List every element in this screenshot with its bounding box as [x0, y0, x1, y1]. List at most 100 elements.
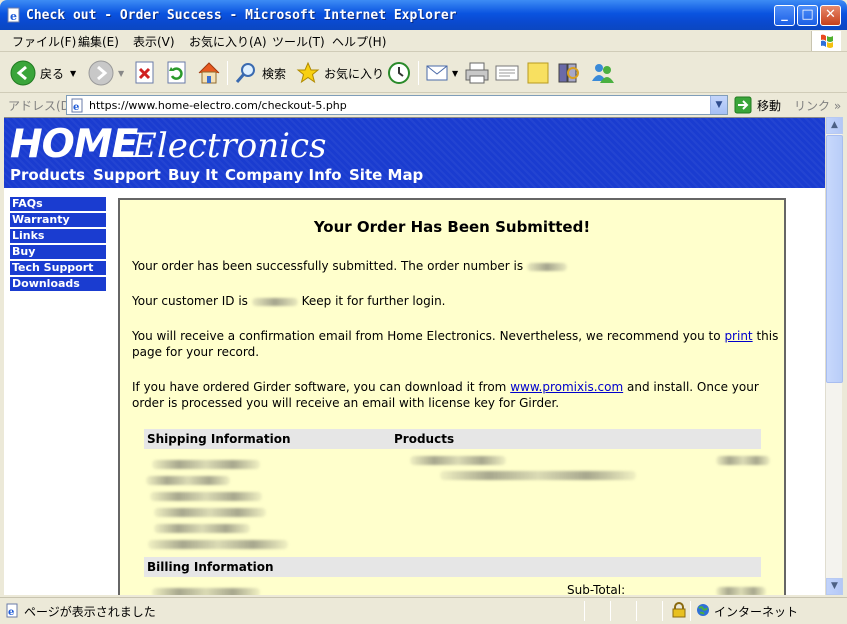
title-bar[interactable]: e Check out - Order Success - Microsoft …: [0, 0, 847, 30]
redacted-text: [152, 588, 260, 595]
redacted-text: [152, 460, 260, 469]
nav-site-map[interactable]: Site Map: [349, 166, 423, 184]
nav-buy-it[interactable]: Buy It: [168, 166, 218, 184]
redacted-text: [150, 492, 262, 501]
close-button[interactable]: ✕: [820, 5, 841, 26]
forward-button[interactable]: ▼: [88, 59, 124, 87]
edit-button[interactable]: [494, 59, 520, 87]
menu-bar: ファイル(F) 編集(E) 表示(V) お気に入り(A) ツール(T) ヘルプ(…: [0, 30, 847, 52]
messenger-icon: [592, 64, 614, 83]
site-header: HOME Electronics Products Support Buy It…: [4, 118, 825, 188]
stop-button[interactable]: [134, 59, 156, 87]
scroll-up-icon[interactable]: ▲: [826, 117, 843, 134]
menu-view[interactable]: 表示(V): [133, 33, 175, 50]
side-nav-links[interactable]: Links: [10, 229, 106, 243]
go-button[interactable]: 移動: [734, 95, 781, 115]
star-icon: [296, 61, 320, 84]
refresh-button[interactable]: [166, 59, 188, 87]
print-button[interactable]: [464, 59, 490, 87]
address-input[interactable]: e https://www.home-electro.com/checkout-…: [66, 95, 728, 115]
links-label: リンク: [794, 99, 831, 113]
products-header: Products: [394, 432, 455, 446]
vertical-scrollbar[interactable]: ▲ ▼: [825, 117, 843, 595]
address-dropdown-icon[interactable]: ▼: [710, 96, 727, 114]
redacted-text: [148, 540, 288, 549]
standard-toolbar: 戻る ▼ ▼ 検索 お気に入り ▼: [0, 53, 847, 93]
windows-logo-icon: [811, 31, 841, 51]
confirmation-email-paragraph: You will receive a confirmation email fr…: [132, 329, 779, 359]
status-bar: e ページが表示されました インターネット: [0, 597, 847, 624]
side-nav-warranty[interactable]: Warranty: [10, 213, 106, 227]
subtotal-label: Sub-Total:: [567, 583, 626, 595]
note-icon: [527, 62, 549, 84]
window-title: Check out - Order Success - Microsoft In…: [26, 8, 457, 23]
search-label: 検索: [262, 66, 287, 81]
redacted-text: [146, 476, 230, 485]
back-button[interactable]: 戻る ▼: [10, 59, 76, 87]
favorites-label: お気に入り: [324, 66, 385, 81]
page-heading: Your Order Has Been Submitted!: [313, 218, 591, 236]
minimize-button[interactable]: _: [774, 5, 795, 26]
edit-icon: [495, 65, 519, 81]
status-divider: [662, 601, 663, 621]
print-link[interactable]: print: [724, 329, 752, 343]
svg-text:e: e: [10, 10, 17, 23]
security-zone: インターネット: [714, 605, 799, 619]
mail-icon: [426, 65, 448, 81]
favorites-button[interactable]: お気に入り: [296, 59, 384, 87]
maximize-button[interactable]: □: [797, 5, 818, 26]
side-nav-downloads[interactable]: Downloads: [10, 277, 106, 291]
menu-edit[interactable]: 編集(E): [78, 33, 119, 50]
status-divider: [636, 601, 637, 621]
search-button[interactable]: 検索: [234, 59, 286, 87]
side-nav-faqs[interactable]: FAQs: [10, 197, 106, 211]
redacted-customer-id: [251, 297, 298, 306]
links-toolbar[interactable]: リンク »: [794, 97, 841, 114]
discuss-button[interactable]: [526, 59, 550, 87]
menu-tools[interactable]: ツール(T): [272, 33, 325, 50]
menu-favorites[interactable]: お気に入り(A): [189, 33, 267, 50]
back-dropdown-icon[interactable]: ▼: [70, 69, 76, 78]
scroll-down-icon[interactable]: ▼: [826, 578, 843, 595]
address-url: https://www.home-electro.com/checkout-5.…: [89, 99, 347, 112]
promixis-link[interactable]: www.promixis.com: [510, 380, 623, 394]
history-icon: [388, 62, 410, 84]
customer-id-line: Your customer ID is Keep it for further …: [132, 294, 446, 308]
forward-dropdown-icon[interactable]: ▼: [118, 69, 124, 78]
messenger-button[interactable]: [590, 59, 616, 87]
home-button[interactable]: [196, 59, 222, 87]
research-icon: [558, 63, 579, 83]
history-button[interactable]: [386, 59, 412, 87]
globe-icon: [697, 604, 709, 616]
shipping-header: Shipping Information: [147, 432, 291, 446]
nav-products[interactable]: Products: [10, 166, 85, 184]
page-icon: e: [71, 98, 83, 113]
printer-icon: [465, 62, 489, 84]
go-arrow-icon: [734, 96, 752, 114]
logo-electronics: Electronics: [132, 126, 327, 166]
logo-home: HOME: [10, 122, 138, 167]
svg-text:e: e: [8, 607, 14, 618]
address-bar: アドレス(D) e https://www.home-electro.com/c…: [0, 94, 847, 116]
side-nav-tech-support[interactable]: Tech Support: [10, 261, 106, 275]
menu-help[interactable]: ヘルプ(H): [332, 33, 386, 50]
scroll-thumb[interactable]: [826, 135, 843, 383]
svg-text:e: e: [73, 102, 79, 113]
lock-icon: [672, 602, 686, 618]
mail-dropdown-icon[interactable]: ▼: [452, 69, 458, 78]
redacted-subtotal: [716, 587, 766, 595]
toolbar-separator: [227, 61, 228, 85]
go-label: 移動: [757, 98, 782, 113]
redacted-price: [716, 456, 770, 465]
nav-company-info[interactable]: Company Info: [225, 166, 342, 184]
girder-paragraph: If you have ordered Girder software, you…: [132, 380, 759, 410]
side-nav-buy[interactable]: Buy: [10, 245, 106, 259]
mail-button[interactable]: ▼: [426, 59, 458, 87]
search-icon: [235, 63, 255, 83]
status-text: ページが表示されました: [24, 605, 156, 619]
menu-file[interactable]: ファイル(F): [12, 33, 76, 50]
refresh-icon: [167, 61, 186, 84]
nav-support[interactable]: Support: [93, 166, 161, 184]
research-button[interactable]: [556, 59, 582, 87]
ie-page-icon: e: [7, 7, 20, 23]
